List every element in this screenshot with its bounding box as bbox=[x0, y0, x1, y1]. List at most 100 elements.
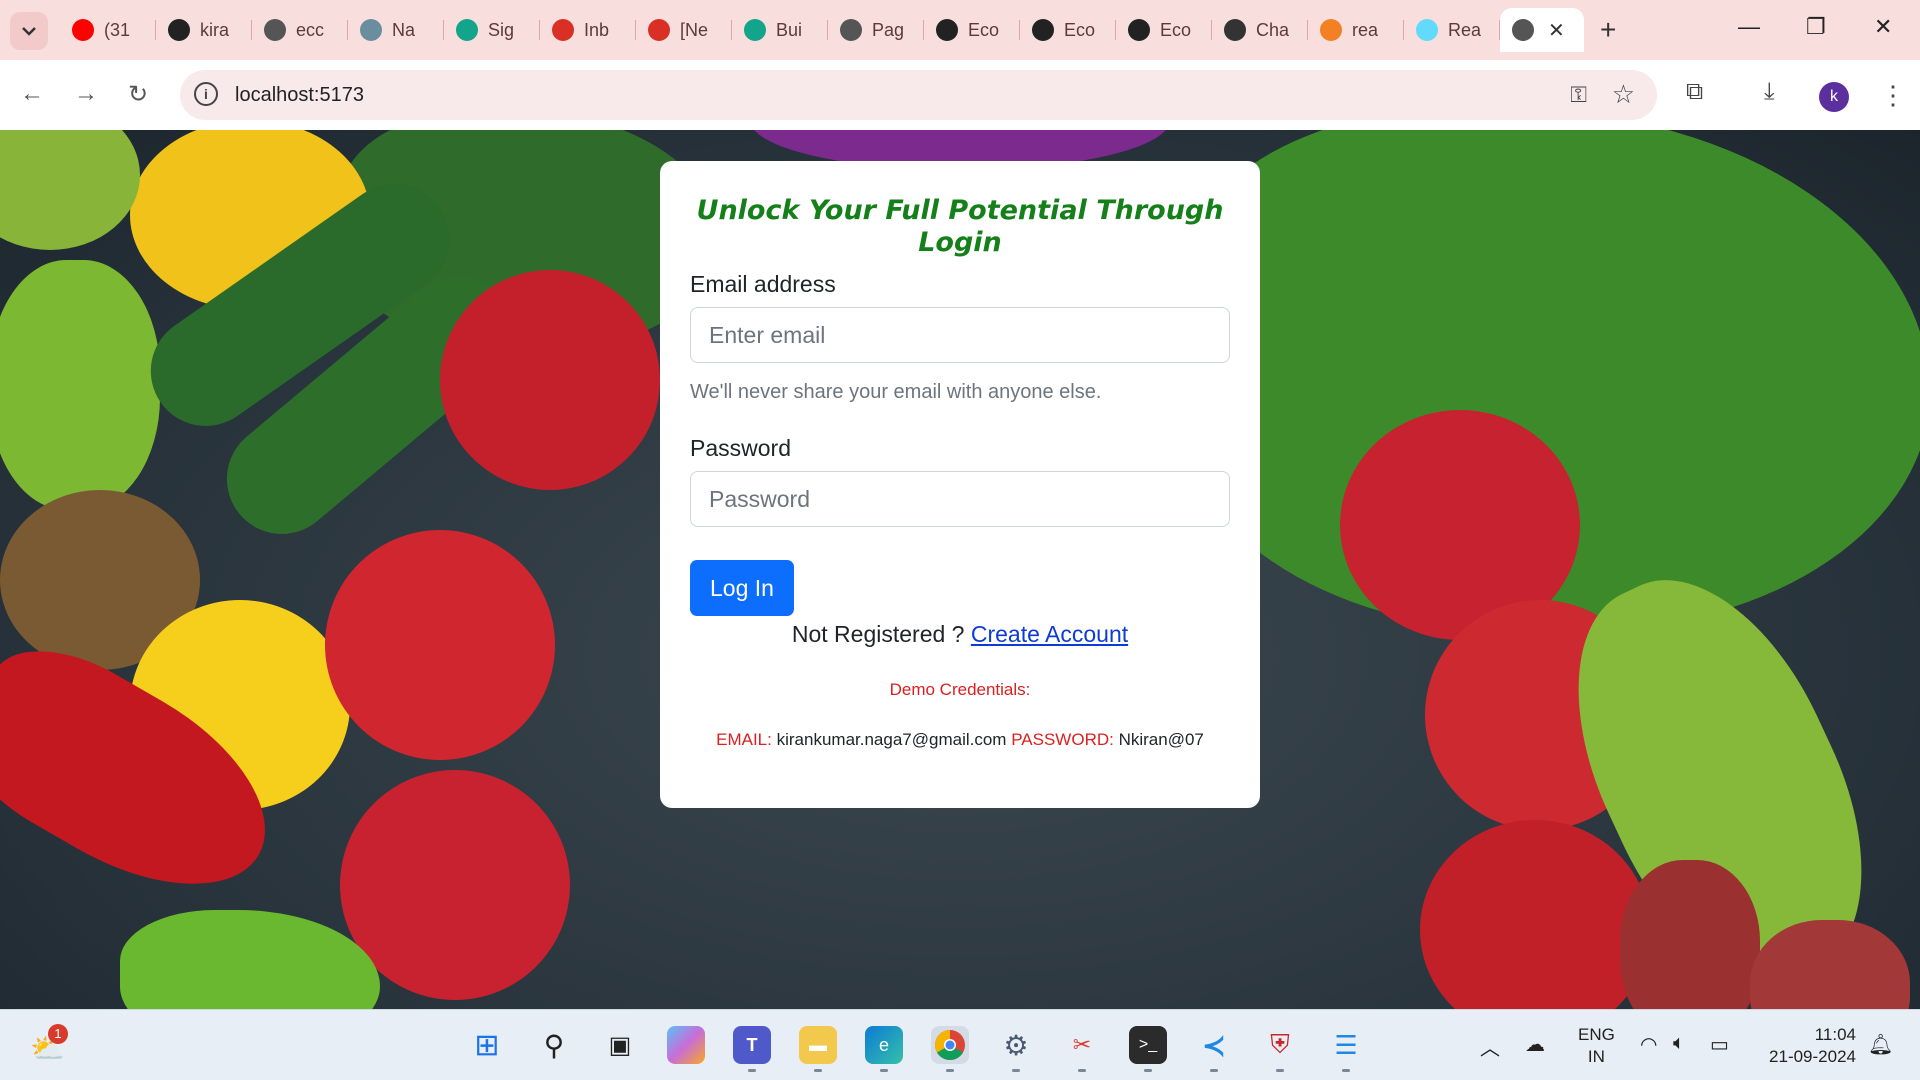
browser-tab[interactable]: Eco bbox=[1020, 8, 1116, 52]
browser-tab[interactable]: ecc bbox=[252, 8, 348, 52]
notepad-icon[interactable]: ☰ bbox=[1327, 1026, 1365, 1072]
tab-search-button[interactable] bbox=[10, 12, 48, 50]
apple-image-2 bbox=[325, 530, 555, 760]
react-icon bbox=[1416, 19, 1438, 41]
new-tab-button[interactable]: + bbox=[1600, 14, 1616, 46]
site-info-icon[interactable]: i bbox=[194, 82, 218, 106]
edge-icon[interactable]: e bbox=[865, 1026, 903, 1072]
browser-tab[interactable]: Pag bbox=[828, 8, 924, 52]
download-icon[interactable]: ⤓ bbox=[1764, 78, 1775, 106]
github-icon bbox=[1032, 19, 1054, 41]
browser-tab[interactable]: Cha bbox=[1212, 8, 1308, 52]
terminal-icon[interactable]: >_ bbox=[1129, 1026, 1167, 1072]
browser-tab[interactable]: Bui bbox=[732, 8, 828, 52]
profile-avatar[interactable]: k bbox=[1819, 82, 1849, 112]
browser-tab[interactable]: (31 bbox=[60, 8, 156, 52]
browser-tab[interactable]: rea bbox=[1308, 8, 1404, 52]
task-view-icon[interactable]: ▣ bbox=[601, 1026, 639, 1064]
taskbar: ⛅ 1 ⊞ ⚲ ▣ T ▬ e ⚙ ✂ >_ ≺ ⛨ ☰ ︿ ☁ ENG IN … bbox=[0, 1009, 1920, 1080]
browser-tab-label: kira bbox=[200, 19, 230, 40]
close-tab-icon[interactable]: ✕ bbox=[1548, 18, 1565, 43]
chrome-logo-icon bbox=[934, 1030, 965, 1061]
minimize-button[interactable]: — bbox=[1738, 14, 1760, 40]
extensions-icon[interactable]: ⧉ bbox=[1686, 78, 1703, 106]
browser-tab[interactable]: Na bbox=[348, 8, 444, 52]
browser-tab-label: (31 bbox=[104, 19, 131, 40]
windows-start-icon[interactable]: ⊞ bbox=[468, 1026, 506, 1064]
browser-tab[interactable]: Rea bbox=[1404, 8, 1500, 52]
email-value: kirankumar.naga7@gmail.com bbox=[776, 730, 1007, 749]
browser-menu-icon[interactable]: ⋮ bbox=[1880, 80, 1906, 111]
browser-tab-label: Eco bbox=[1064, 19, 1096, 40]
search-icon[interactable]: ⚲ bbox=[535, 1026, 573, 1064]
restore-button[interactable]: ❐ bbox=[1806, 14, 1826, 40]
language-indicator[interactable]: ENG IN bbox=[1578, 1024, 1615, 1068]
battery-icon[interactable]: ▭ bbox=[1710, 1032, 1729, 1057]
password-input[interactable] bbox=[690, 471, 1230, 527]
youtube-icon bbox=[72, 19, 94, 41]
not-registered-text: Not Registered ? bbox=[791, 621, 965, 647]
gmail-icon bbox=[648, 19, 670, 41]
browser-tabstrip: (31 kira ecc Na Sig Inb [Ne Bui Pag Eco Eco Eco Cha r… bbox=[0, 0, 1920, 60]
settings-gear-icon[interactable]: ⚙ bbox=[997, 1026, 1035, 1072]
chrome-icon[interactable] bbox=[931, 1026, 969, 1072]
browser-tab[interactable]: Inb bbox=[540, 8, 636, 52]
green-apple-image bbox=[0, 130, 140, 250]
page-background: Unlock Your Full Potential Through Login… bbox=[0, 130, 1920, 1009]
dragon-fruit-image bbox=[1620, 860, 1760, 1009]
forward-button[interactable]: → bbox=[74, 80, 98, 108]
globe-icon bbox=[840, 19, 862, 41]
password-label: Password bbox=[690, 435, 791, 461]
wifi-icon[interactable]: ◠ bbox=[1640, 1032, 1657, 1057]
diamond-icon bbox=[744, 19, 766, 41]
github-icon bbox=[936, 19, 958, 41]
globe-icon bbox=[264, 19, 286, 41]
file-explorer-icon[interactable]: ▬ bbox=[799, 1026, 837, 1072]
browser-tab[interactable]: Eco bbox=[924, 8, 1020, 52]
register-prompt: Not Registered ? Create Account bbox=[660, 621, 1260, 648]
copilot-icon[interactable] bbox=[667, 1026, 705, 1064]
login-button[interactable]: Log In bbox=[690, 560, 794, 616]
weather-badge: 1 bbox=[48, 1024, 68, 1044]
snipping-tool-icon[interactable]: ✂ bbox=[1063, 1026, 1101, 1072]
email-input[interactable] bbox=[690, 307, 1230, 363]
tab-list: (31 kira ecc Na Sig Inb [Ne Bui Pag Eco Eco Eco Cha r… bbox=[60, 8, 1584, 52]
close-window-button[interactable]: ✕ bbox=[1874, 14, 1892, 40]
chevron-down-icon bbox=[22, 27, 36, 36]
notification-bell-icon[interactable]: 🔔︎ bbox=[1868, 1032, 1893, 1057]
address-bar[interactable]: i localhost:5173 ⚿ ☆ bbox=[180, 70, 1657, 120]
login-card: Unlock Your Full Potential Through Login… bbox=[660, 161, 1260, 808]
system-clock[interactable]: 11:04 21-09-2024 bbox=[1760, 1024, 1856, 1068]
teams-icon[interactable]: T bbox=[733, 1026, 771, 1072]
onedrive-cloud-icon[interactable]: ☁ bbox=[1525, 1032, 1545, 1057]
email-label: Email address bbox=[690, 271, 836, 297]
github-icon bbox=[168, 19, 190, 41]
volume-icon[interactable]: 🔈︎ bbox=[1673, 1032, 1685, 1055]
password-key-icon[interactable]: ⚿ bbox=[1570, 82, 1587, 108]
browser-tab[interactable]: Eco bbox=[1116, 8, 1212, 52]
browser-tab[interactable]: kira bbox=[156, 8, 252, 52]
browser-tab-label: Eco bbox=[968, 19, 1000, 40]
browser-tab-label: rea bbox=[1352, 19, 1379, 40]
browser-tab[interactable]: [Ne bbox=[636, 8, 732, 52]
apple-image bbox=[440, 270, 660, 490]
mcafee-icon[interactable]: ⛨ bbox=[1261, 1026, 1299, 1072]
apple-image-6 bbox=[1420, 820, 1650, 1009]
login-title: Unlock Your Full Potential Through Login bbox=[696, 195, 1224, 258]
back-button[interactable]: ← bbox=[20, 80, 44, 108]
create-account-link[interactable]: Create Account bbox=[971, 621, 1128, 647]
globe-icon bbox=[1512, 19, 1534, 41]
browser-tab[interactable]: Sig bbox=[444, 8, 540, 52]
vscode-icon[interactable]: ≺ bbox=[1195, 1026, 1233, 1072]
bookmark-star-icon[interactable]: ☆ bbox=[1612, 79, 1635, 110]
url-text[interactable]: localhost:5173 bbox=[235, 84, 364, 107]
clock-date: 21-09-2024 bbox=[1769, 1047, 1856, 1066]
openai-icon bbox=[1224, 19, 1246, 41]
reload-button[interactable]: ↻ bbox=[128, 80, 148, 109]
browser-tab-label: Sig bbox=[488, 19, 515, 40]
clock-time: 11:04 bbox=[1814, 1025, 1856, 1044]
browser-tab-label: [Ne bbox=[680, 19, 709, 40]
browser-tab-active[interactable]: ✕ bbox=[1500, 8, 1584, 52]
green-pepper-image bbox=[0, 260, 160, 510]
show-hidden-icons-chevron-icon[interactable]: ︿ bbox=[1480, 1032, 1500, 1061]
